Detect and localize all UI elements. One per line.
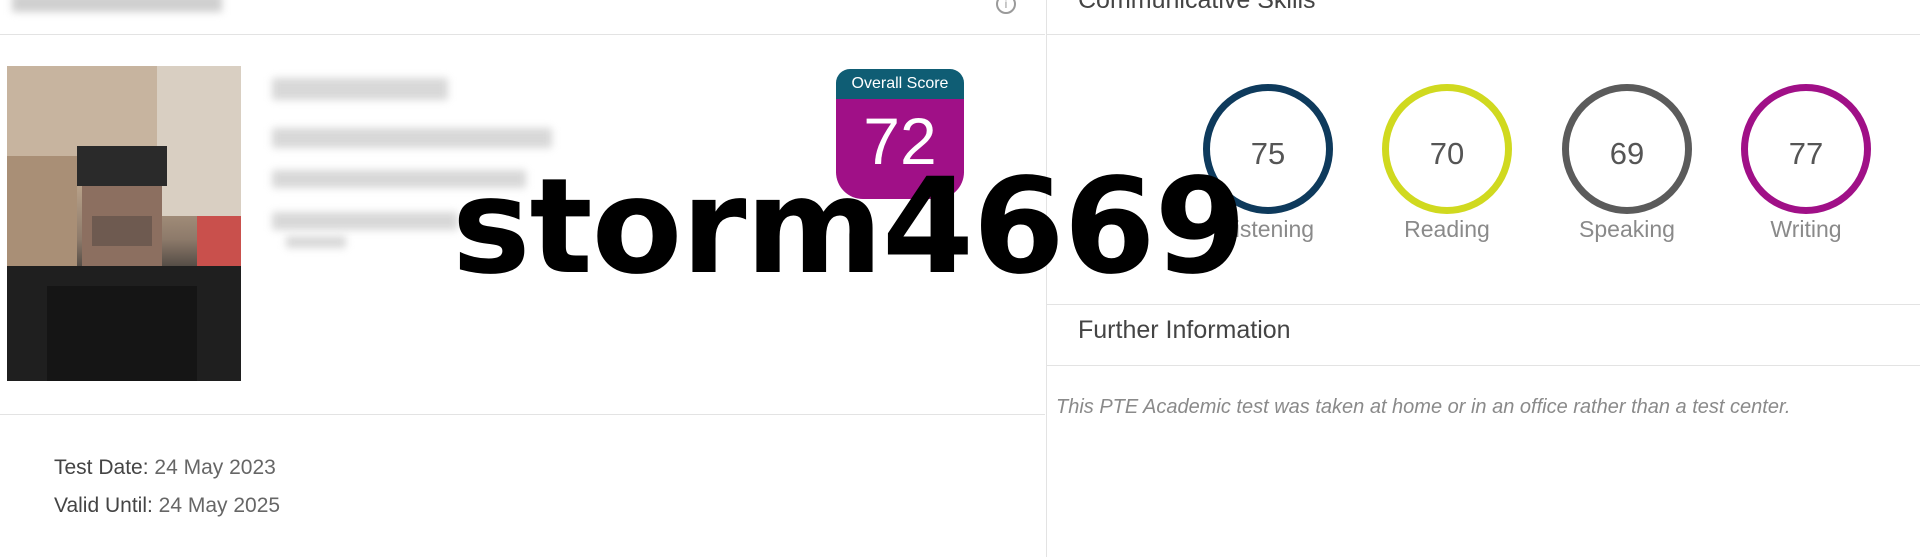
communicative-skills-title: Communicative Skills xyxy=(1078,0,1316,14)
divider xyxy=(1047,34,1920,35)
valid-until-row: Valid Until: 24 May 2025 xyxy=(54,494,280,518)
divider xyxy=(0,34,1045,35)
valid-until-label: Valid Until: xyxy=(54,494,153,517)
test-date-value: 24 May 2023 xyxy=(154,456,276,479)
skill-label: Writing xyxy=(1770,216,1842,242)
skill-score: 70 xyxy=(1429,136,1465,171)
redacted-detail-line xyxy=(272,212,458,230)
test-date-label: Test Date: xyxy=(54,456,149,479)
divider xyxy=(0,414,1045,415)
divider xyxy=(1047,304,1920,305)
watermark-text: storm4669 xyxy=(452,150,1246,304)
test-date-row: Test Date: 24 May 2023 xyxy=(54,456,276,480)
skill-label: Speaking xyxy=(1579,216,1675,242)
redacted-candidate-name xyxy=(272,78,448,100)
skill-label: Reading xyxy=(1404,216,1490,242)
divider xyxy=(1047,365,1920,366)
overall-score-label: Overall Score xyxy=(836,69,964,99)
candidate-photo xyxy=(7,66,241,381)
skill-speaking: 69 Speaking xyxy=(1562,84,1692,254)
further-information-title: Further Information xyxy=(1078,316,1291,344)
redacted-detail-line xyxy=(272,128,552,148)
skill-reading: 70 Reading xyxy=(1382,84,1512,254)
info-icon[interactable]: i xyxy=(996,0,1016,14)
skill-score: 69 xyxy=(1609,136,1645,171)
further-information-note: This PTE Academic test was taken at home… xyxy=(1056,396,1791,418)
skill-score: 77 xyxy=(1788,136,1824,171)
redacted-header-text xyxy=(12,0,222,12)
redacted-detail-line xyxy=(286,236,346,248)
skill-writing: 77 Writing xyxy=(1741,84,1871,254)
valid-until-value: 24 May 2025 xyxy=(158,494,281,517)
